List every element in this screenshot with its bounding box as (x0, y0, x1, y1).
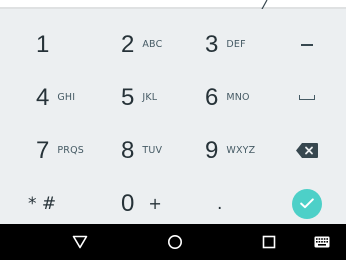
key-number: 6 (205, 83, 219, 111)
key-3[interactable]: 3 DEF (205, 18, 246, 71)
key-8[interactable]: 8 TUV (121, 124, 162, 177)
key-2[interactable]: 2 ABC (121, 18, 162, 71)
key-letters: GHI (57, 92, 76, 103)
star-hash-key[interactable]: * # (28, 177, 56, 230)
numeric-keypad: 1 2 ABC 3 DEF 4 GHI 5 JKL 6 MNO 7 PRQS 8… (0, 9, 346, 224)
enter-button-circle (292, 188, 322, 219)
key-number: 1 (36, 30, 50, 58)
backspace-icon (296, 143, 318, 158)
back-icon (72, 235, 88, 249)
plus-label: + (148, 194, 162, 213)
key-1[interactable]: 1 (36, 18, 49, 71)
keyboard-icon (314, 236, 330, 248)
key-letters: DEF (226, 39, 246, 50)
key-5[interactable]: 5 JKL (121, 71, 157, 124)
home-icon (168, 235, 182, 249)
key-9[interactable]: 9 WXYZ (205, 124, 255, 177)
key-letters: TUV (142, 145, 163, 156)
back-button[interactable] (68, 224, 92, 260)
space-key[interactable] (290, 71, 324, 124)
key-number: 3 (205, 30, 219, 58)
key-number: 2 (121, 30, 135, 58)
home-button[interactable] (163, 224, 187, 260)
key-7[interactable]: 7 PRQS (36, 124, 84, 177)
period-label: . (217, 193, 223, 214)
key-letters: PRQS (57, 145, 84, 156)
key-letters: MNO (226, 92, 250, 103)
checkmark-icon (300, 198, 314, 209)
enter-key[interactable] (290, 177, 324, 230)
backspace-key[interactable] (290, 124, 324, 177)
key-number: 5 (121, 83, 135, 111)
key-letters: JKL (142, 92, 158, 103)
key-number: 0 (121, 189, 135, 217)
period-key[interactable]: . (217, 177, 222, 230)
key-4[interactable]: 4 GHI (36, 71, 75, 124)
recents-button[interactable] (257, 224, 281, 260)
key-0[interactable]: 0 + (121, 177, 162, 230)
star-hash-label: * # (28, 193, 57, 214)
space-icon (299, 95, 315, 100)
key-number: 9 (205, 136, 219, 164)
key-number: 8 (121, 136, 135, 164)
recents-icon (262, 235, 276, 249)
key-letters: ABC (142, 39, 163, 50)
minus-icon (301, 43, 313, 46)
key-letters: WXYZ (226, 145, 256, 156)
app-content-area (0, 0, 346, 9)
key-6[interactable]: 6 MNO (205, 71, 250, 124)
key-number: 7 (36, 136, 50, 164)
key-number: 4 (36, 83, 50, 111)
minus-key[interactable] (290, 18, 324, 71)
navigation-bar (0, 224, 346, 260)
keyboard-switch-button[interactable] (311, 224, 333, 260)
